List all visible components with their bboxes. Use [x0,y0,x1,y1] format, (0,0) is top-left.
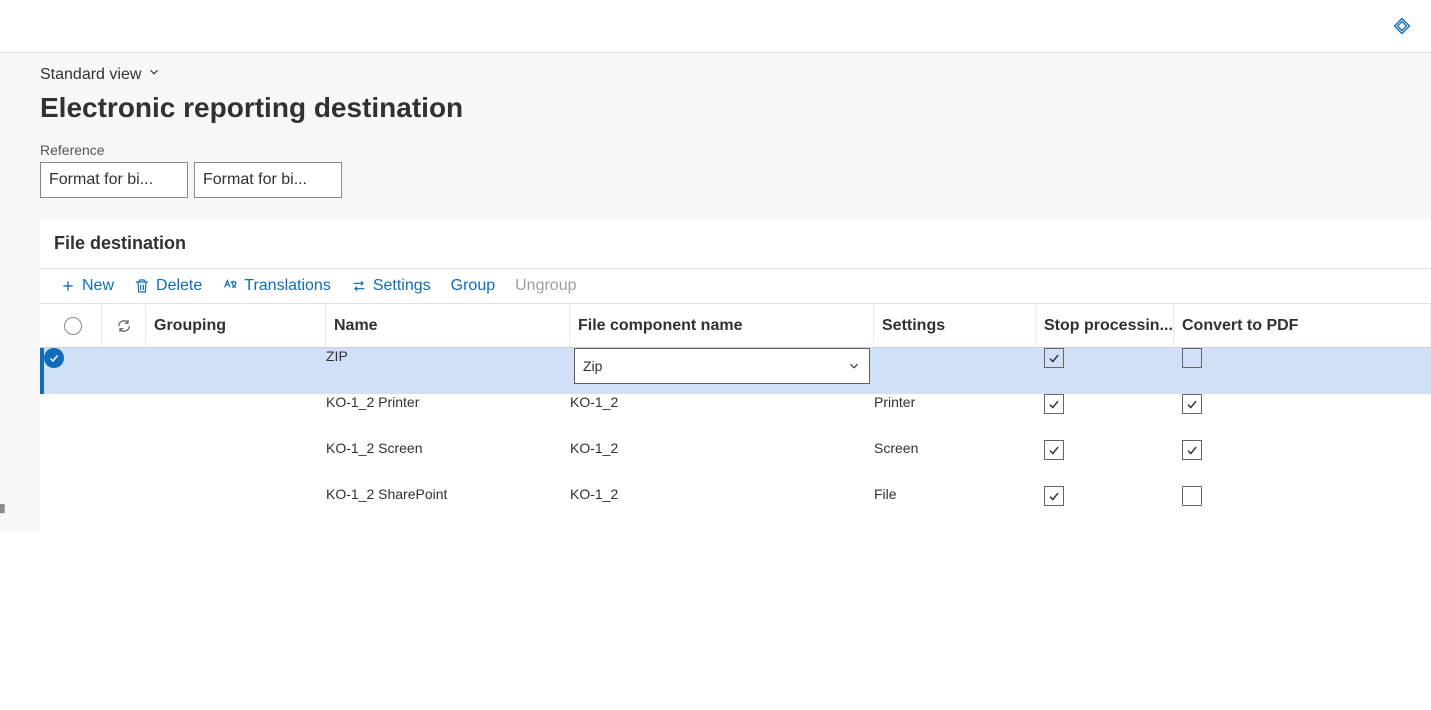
file-destination-section: File destination New [40,218,1431,532]
data-grid: Grouping Name File component name Settin… [40,304,1431,532]
settings-button[interactable]: Settings [351,277,431,295]
file-component-cell[interactable]: Zip [570,348,874,394]
stop-checkbox[interactable] [1044,486,1064,506]
convert-pdf-cell[interactable] [1174,486,1431,532]
stop-checkbox[interactable] [1044,440,1064,460]
grid-header-row: Grouping Name File component name Settin… [40,304,1431,348]
row-spacer [102,348,146,394]
refresh-icon [116,318,132,334]
ungroup-button: Ungroup [515,277,576,295]
grid-body: ZIPZipKO-1_2 PrinterKO-1_2PrinterKO-1_2 … [40,348,1431,532]
page-title: Electronic reporting destination [40,92,1431,124]
chevron-down-icon [147,65,161,84]
plus-icon [60,278,76,294]
grouping-header[interactable]: Grouping [146,304,326,347]
view-selector-label: Standard view [40,66,141,84]
row-selector[interactable] [44,440,102,486]
convert-pdf-cell[interactable] [1174,348,1431,394]
convert-checkbox[interactable] [1182,348,1202,368]
settings-cell[interactable]: Screen [874,440,1036,486]
new-button[interactable]: New [60,277,114,295]
chevron-down-icon [847,359,861,373]
select-all-header[interactable] [44,304,102,347]
trash-icon [134,278,150,294]
row-selector[interactable] [44,394,102,440]
row-spacer [102,440,146,486]
settings-cell[interactable]: Printer [874,394,1036,440]
translate-icon [222,278,238,294]
file-component-value: Zip [583,358,602,374]
settings-header[interactable]: Settings [874,304,1036,347]
file-component-header[interactable]: File component name [570,304,874,347]
table-row[interactable]: ZIP Zip [40,348,1431,394]
name-header[interactable]: Name [326,304,570,347]
name-cell[interactable]: KO-1_2 SharePoint [326,486,570,532]
reference-label: Reference [40,142,1431,158]
convert-pdf-cell[interactable] [1174,394,1431,440]
page-body: Standard view Electronic reporting desti… [0,53,1431,532]
name-cell[interactable]: KO-1_2 Screen [326,440,570,486]
stop-processing-cell[interactable] [1036,348,1174,394]
convert-checkbox[interactable] [1182,394,1202,414]
stop-checkbox[interactable] [1044,348,1064,368]
row-spacer [102,394,146,440]
new-label: New [82,277,114,295]
stop-processing-cell[interactable] [1036,394,1174,440]
stop-processing-cell[interactable] [1036,440,1174,486]
grouping-cell[interactable] [146,394,326,440]
grouping-cell[interactable] [146,486,326,532]
group-button[interactable]: Group [451,277,495,295]
top-bar [0,0,1431,53]
swap-icon [351,278,367,294]
view-selector[interactable]: Standard view [40,61,1431,88]
reference-controls: Format for bi... Format for bi... [40,162,1431,198]
stop-processing-header[interactable]: Stop processin... [1036,304,1174,347]
circle-empty-icon [64,317,82,335]
grouping-cell[interactable] [146,440,326,486]
section-toolbar: New Delete [40,268,1431,304]
settings-cell[interactable] [874,348,1036,394]
check-circle-icon [44,348,64,368]
file-component-cell[interactable]: KO-1_2 [570,394,874,440]
reference-input-1[interactable]: Format for bi... [40,162,188,198]
row-spacer [102,486,146,532]
refresh-header[interactable] [102,304,146,347]
table-row[interactable]: KO-1_2 PrinterKO-1_2Printer [40,394,1431,440]
file-component-cell[interactable]: KO-1_2 [570,440,874,486]
stop-processing-cell[interactable] [1036,486,1174,532]
stop-checkbox[interactable] [1044,394,1064,414]
name-cell[interactable]: KO-1_2 Printer [326,394,570,440]
settings-cell[interactable]: File [874,486,1036,532]
collapse-handle-icon[interactable]: ▮▮ [0,503,8,512]
name-cell[interactable]: ZIP [326,348,570,394]
delete-label: Delete [156,277,202,295]
convert-checkbox[interactable] [1182,440,1202,460]
delete-button[interactable]: Delete [134,277,202,295]
table-row[interactable]: KO-1_2 SharePointKO-1_2File [40,486,1431,532]
translations-button[interactable]: Translations [222,277,331,295]
diamond-icon[interactable] [1393,17,1411,35]
convert-pdf-cell[interactable] [1174,440,1431,486]
section-title: File destination [40,233,1431,268]
row-selector[interactable] [44,348,102,394]
settings-label: Settings [373,277,431,295]
grouping-cell[interactable] [146,348,326,394]
convert-checkbox[interactable] [1182,486,1202,506]
row-selector[interactable] [44,486,102,532]
group-label: Group [451,277,495,295]
reference-input-2[interactable]: Format for bi... [194,162,342,198]
translations-label: Translations [244,277,331,295]
convert-pdf-header[interactable]: Convert to PDF [1174,304,1431,347]
ungroup-label: Ungroup [515,277,576,295]
file-component-cell[interactable]: KO-1_2 [570,486,874,532]
file-component-dropdown[interactable]: Zip [574,348,870,384]
table-row[interactable]: KO-1_2 ScreenKO-1_2Screen [40,440,1431,486]
